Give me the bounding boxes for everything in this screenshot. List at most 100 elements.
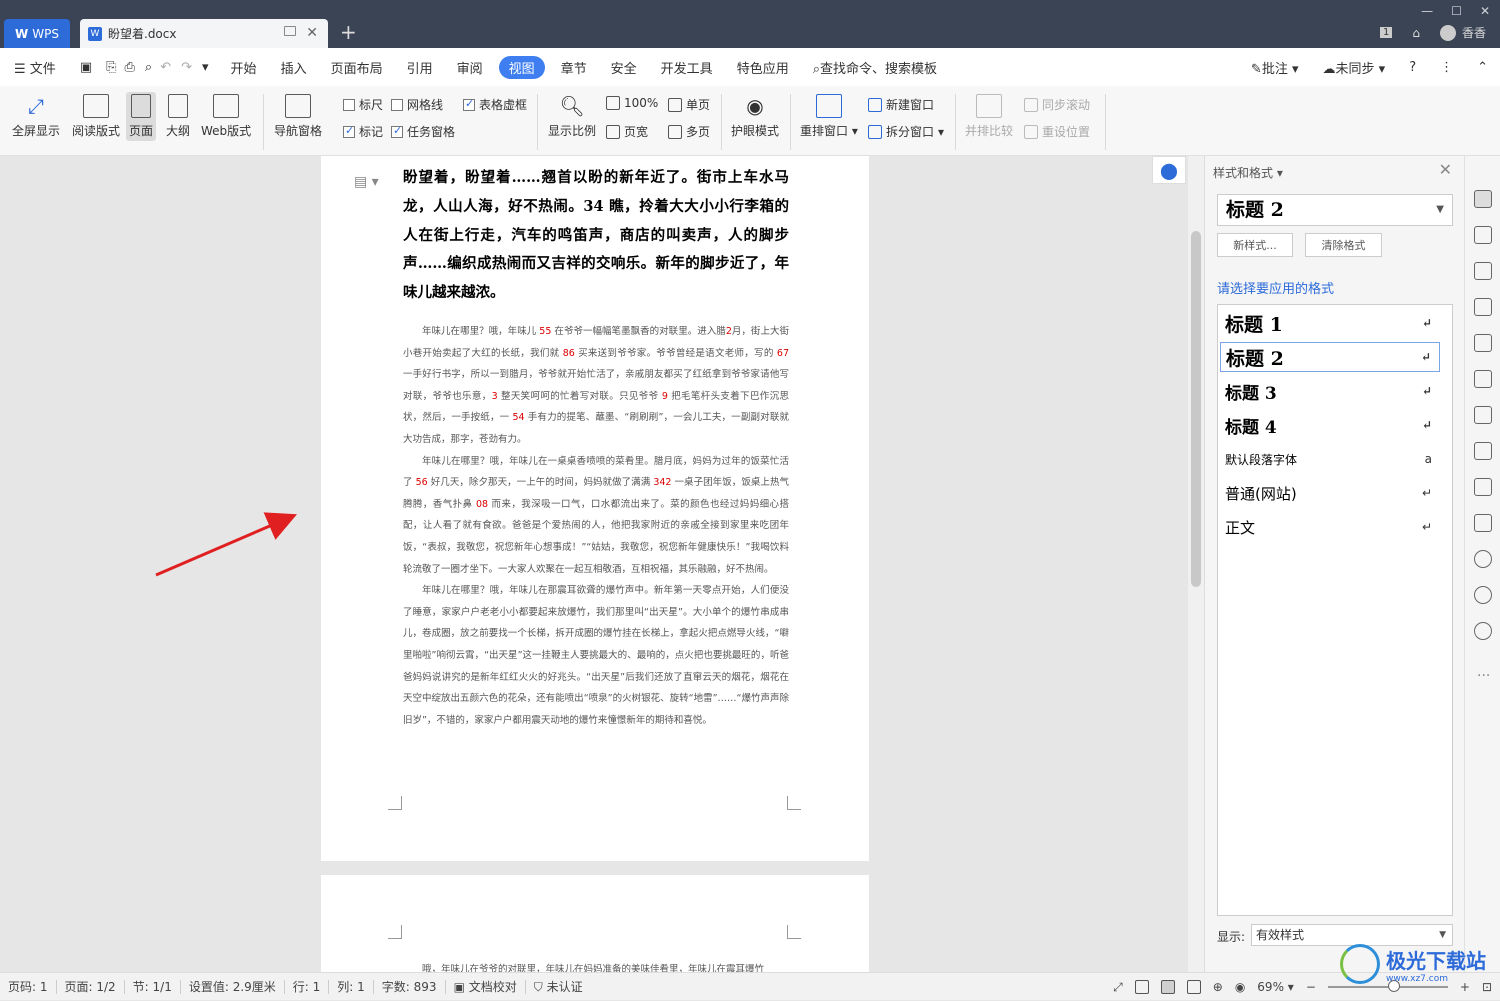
- style-item-heading-2[interactable]: 标题 2 ↵: [1220, 342, 1440, 372]
- zoom-slider[interactable]: [1327, 980, 1448, 992]
- heading-paragraph[interactable]: 盼望着，盼望着……翘首以盼的新年近了。街市上车水马龙，人山人海，好不热闹。34 …: [403, 164, 789, 308]
- print-icon[interactable]: ⎙: [119, 60, 141, 75]
- menu-tab-references[interactable]: 引用: [395, 58, 445, 77]
- reading-view-icon[interactable]: [1134, 980, 1149, 994]
- document-page-1[interactable]: ▤ ▾ 盼望着，盼望着……翘首以盼的新年近了。街市上车水马龙，人山人海，好不热闹…: [321, 156, 869, 861]
- style-item-body[interactable]: 正文 ↵: [1220, 512, 1440, 542]
- document-workspace[interactable]: ▤ ▾ 盼望着，盼望着……翘首以盼的新年近了。街市上车水马龙，人山人海，好不热闹…: [0, 156, 1188, 972]
- menu-tab-security[interactable]: 安全: [599, 58, 649, 77]
- new-window-button[interactable]: 新建窗口: [868, 96, 934, 113]
- comment-menu[interactable]: ✎批注 ▾: [1239, 58, 1311, 77]
- history-icon[interactable]: [1474, 586, 1492, 604]
- page-view-button[interactable]: 页面: [126, 92, 157, 141]
- table-gridlines-check[interactable]: [463, 97, 475, 111]
- export-icon[interactable]: ⎘: [104, 60, 118, 75]
- zoom-100-button[interactable]: 100%: [606, 96, 658, 110]
- page-count-icon[interactable]: 1: [1379, 27, 1393, 38]
- fill-icon[interactable]: [1474, 298, 1492, 316]
- single-page-button[interactable]: 单页: [668, 96, 710, 113]
- multi-page-button[interactable]: 多页: [668, 123, 710, 140]
- web-view-button[interactable]: Web版式: [201, 94, 251, 139]
- status-col[interactable]: 列: 1: [329, 978, 373, 995]
- style-item-heading-3[interactable]: 标题 3 ↵: [1220, 376, 1440, 406]
- marks-checkbox[interactable]: 标记: [343, 123, 383, 140]
- status-certification[interactable]: ⛉ 未认证: [526, 978, 591, 995]
- current-style-select[interactable]: 标题 2 ▼: [1217, 194, 1453, 226]
- vertical-scrollbar[interactable]: [1188, 156, 1204, 972]
- page-width-button[interactable]: 页宽: [606, 123, 648, 140]
- fullscreen-status-icon[interactable]: ⤢: [1113, 980, 1123, 995]
- menu-tab-view[interactable]: 视图: [498, 55, 545, 79]
- skin-icon[interactable]: ⌂: [1412, 26, 1420, 40]
- status-section[interactable]: 节: 1/1: [125, 978, 180, 995]
- fullscreen-button[interactable]: ⤢ 全屏显示: [12, 94, 60, 139]
- scrollbar-thumb[interactable]: [1191, 231, 1201, 587]
- wps-home-tab[interactable]: W WPS: [4, 19, 70, 48]
- eye-mode-button[interactable]: ◉ 护眼模式: [731, 94, 779, 139]
- shapes-icon[interactable]: [1474, 262, 1492, 280]
- document-tab[interactable]: W 盼望着.docx ✕: [80, 19, 328, 48]
- quick-access-dropdown-icon[interactable]: ▾: [198, 60, 219, 75]
- zoom-ratio-button[interactable]: 🔍︎ 显示比例: [548, 94, 596, 139]
- zoom-level-dropdown[interactable]: 69% ▾: [1257, 980, 1294, 994]
- status-row[interactable]: 行: 1: [285, 978, 329, 995]
- style-item-default-font[interactable]: 默认段落字体 a: [1220, 444, 1440, 474]
- reading-mode-button[interactable]: 阅读版式: [72, 94, 120, 139]
- picture-icon[interactable]: [1474, 514, 1492, 532]
- select-cursor-icon[interactable]: [1474, 226, 1492, 244]
- styles-pen-icon[interactable]: [1474, 190, 1492, 208]
- menu-tab-chapter[interactable]: 章节: [549, 58, 599, 77]
- account-area[interactable]: 1 ⌂ 香香: [1379, 24, 1486, 41]
- more-tools-icon[interactable]: ···: [1477, 668, 1490, 684]
- more-icon[interactable]: ⋮: [1428, 60, 1465, 75]
- close-window-icon[interactable]: ✕: [1480, 0, 1490, 22]
- new-tab-button[interactable]: +: [340, 20, 357, 44]
- arrange-window-button[interactable]: 重排窗口 ▾: [800, 94, 858, 139]
- location-pin-icon[interactable]: ⬤: [1152, 156, 1186, 184]
- zoom-out-icon[interactable]: −: [1306, 980, 1316, 994]
- minimize-icon[interactable]: —: [1421, 0, 1433, 22]
- web-view-globe-icon[interactable]: ⊕: [1213, 980, 1223, 994]
- archive-icon[interactable]: [1474, 478, 1492, 496]
- status-word-count[interactable]: 字数: 893: [374, 978, 445, 995]
- settings-sliders-icon[interactable]: [1474, 370, 1492, 388]
- menu-tab-layout[interactable]: 页面布局: [319, 58, 395, 77]
- menu-tab-review[interactable]: 审阅: [445, 58, 495, 77]
- menu-tab-home[interactable]: 开始: [219, 58, 269, 77]
- float-window-icon[interactable]: [284, 26, 296, 36]
- task-pane-check[interactable]: [391, 124, 403, 138]
- collapse-ribbon-icon[interactable]: ⌃: [1465, 60, 1500, 75]
- document-page-2[interactable]: 哦，年味儿在爷爷的对联里，年味儿在妈妈准备的美味佳肴里，年味儿在震耳爆竹里……年…: [321, 875, 869, 972]
- gridlines-check[interactable]: [391, 98, 403, 111]
- table-icon[interactable]: [1474, 334, 1492, 352]
- split-window-button[interactable]: 拆分窗口 ▾: [868, 123, 944, 140]
- file-menu[interactable]: ☰ 文件: [0, 58, 68, 77]
- save-icon[interactable]: ▣: [68, 60, 104, 75]
- new-style-button[interactable]: 新样式...: [1217, 233, 1293, 257]
- maximize-icon[interactable]: ☐: [1451, 0, 1462, 22]
- command-search[interactable]: ⌕查找命令、搜索模板: [801, 58, 949, 77]
- status-page[interactable]: 页面: 1/2: [57, 978, 124, 995]
- status-setting-value[interactable]: 设置值: 2.9厘米: [181, 978, 284, 995]
- eye-protection-icon[interactable]: ◉: [1235, 980, 1245, 994]
- sync-scroll-button[interactable]: 同步滚动: [1024, 96, 1090, 113]
- reset-position-button[interactable]: 重设位置: [1024, 123, 1090, 140]
- close-tab-icon[interactable]: ✕: [306, 25, 318, 41]
- task-pane-checkbox[interactable]: 任务窗格: [391, 123, 455, 140]
- style-item-heading-4[interactable]: 标题 4 ↵: [1220, 410, 1440, 440]
- close-panel-icon[interactable]: ✕: [1439, 160, 1452, 179]
- body-text[interactable]: 年味儿在哪里？哦，年味儿 55 在爷爷一幅幅笔墨飘香的对联里。进入腊2月，街上大…: [403, 321, 789, 731]
- translate-icon[interactable]: [1474, 442, 1492, 460]
- side-by-side-button[interactable]: 并排比较: [965, 94, 1013, 139]
- nav-pane-button[interactable]: 导航窗格: [274, 94, 322, 139]
- paragraph-handle-icon[interactable]: ▤ ▾: [354, 174, 379, 190]
- display-filter-select[interactable]: 有效样式 ▼: [1251, 924, 1453, 946]
- avatar[interactable]: [1439, 24, 1456, 41]
- help-circle-icon[interactable]: [1474, 622, 1492, 640]
- status-proofread[interactable]: ▣ 文档校对: [446, 978, 525, 995]
- styles-panel-title[interactable]: 样式和格式 ▾: [1213, 164, 1283, 181]
- ruler-checkbox[interactable]: 标尺: [343, 96, 383, 113]
- shield-icon[interactable]: [1474, 550, 1492, 568]
- ruler-check[interactable]: [343, 98, 355, 111]
- help-icon[interactable]: ?: [1397, 60, 1428, 75]
